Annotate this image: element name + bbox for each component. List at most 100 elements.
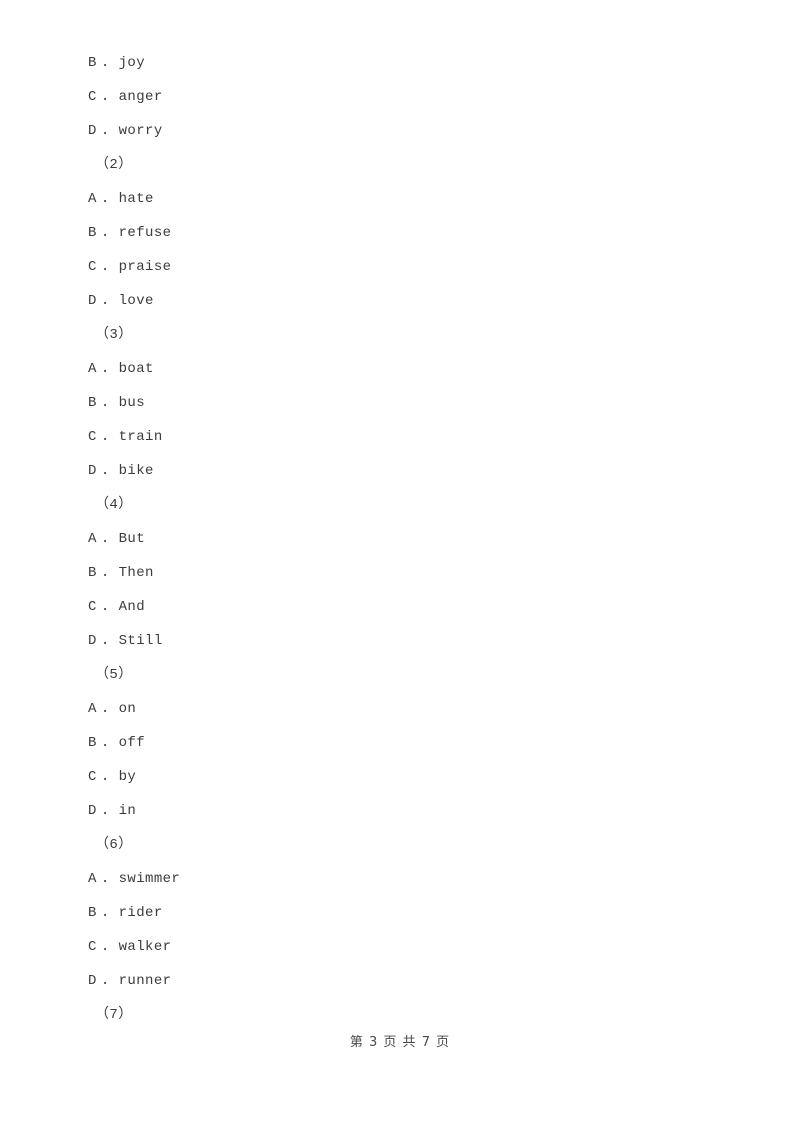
question-list: B. joy C. anger D. worry （2） A. hate B. refuse C. pr… [88, 46, 708, 1032]
option-letter: B [88, 735, 97, 751]
option-letter: C [88, 599, 97, 615]
option-text: joy [118, 55, 146, 71]
option-letter: A [88, 871, 97, 887]
option-separator: . [100, 599, 110, 615]
question-number: （6） [95, 837, 133, 853]
option-letter: A [88, 701, 97, 717]
option-text: runner [118, 973, 172, 989]
option-text: worry [118, 123, 163, 139]
option-separator: . [100, 769, 110, 785]
option-separator: . [100, 429, 110, 445]
option-text: anger [118, 89, 163, 105]
option-separator: . [100, 395, 110, 411]
option-text: Then [118, 565, 154, 581]
option-letter: C [88, 429, 97, 445]
option-letter: A [88, 191, 97, 207]
option-text: hate [118, 191, 154, 207]
answer-option[interactable]: B. Then [88, 556, 708, 590]
option-separator: . [100, 871, 110, 887]
option-letter: D [88, 633, 97, 649]
answer-option[interactable]: C. by [88, 760, 708, 794]
option-text: on [118, 701, 137, 717]
answer-option[interactable]: C. train [88, 420, 708, 454]
answer-option[interactable]: B. joy [88, 46, 708, 80]
option-text: swimmer [118, 871, 181, 887]
question-number: （5） [95, 667, 133, 683]
option-letter: D [88, 463, 97, 479]
option-text: train [118, 429, 163, 445]
option-letter: B [88, 395, 97, 411]
answer-option[interactable]: D. Still [88, 624, 708, 658]
option-letter: A [88, 531, 97, 547]
option-letter: A [88, 361, 97, 377]
option-text: off [118, 735, 146, 751]
document-page: B. joy C. anger D. worry （2） A. hate B. refuse C. pr… [0, 0, 800, 1132]
answer-option[interactable]: A. on [88, 692, 708, 726]
option-separator: . [100, 905, 110, 921]
question-number: （3） [95, 327, 133, 343]
option-letter: C [88, 769, 97, 785]
option-separator: . [100, 701, 110, 717]
option-separator: . [100, 225, 110, 241]
option-text: And [118, 599, 146, 615]
answer-option[interactable]: D. love [88, 284, 708, 318]
option-text: boat [118, 361, 154, 377]
option-separator: . [100, 939, 110, 955]
option-separator: . [100, 735, 110, 751]
answer-option[interactable]: C. anger [88, 80, 708, 114]
answer-option[interactable]: A. boat [88, 352, 708, 386]
question-number: （7） [95, 1007, 133, 1023]
option-letter: D [88, 973, 97, 989]
answer-option[interactable]: D. runner [88, 964, 708, 998]
answer-option[interactable]: D. bike [88, 454, 708, 488]
option-separator: . [100, 89, 110, 105]
option-separator: . [100, 361, 110, 377]
answer-option[interactable]: A. But [88, 522, 708, 556]
answer-option[interactable]: C. walker [88, 930, 708, 964]
option-letter: B [88, 905, 97, 921]
option-separator: . [100, 633, 110, 649]
option-text: But [118, 531, 146, 547]
answer-option[interactable]: C. praise [88, 250, 708, 284]
option-text: in [118, 803, 137, 819]
option-separator: . [100, 973, 110, 989]
option-separator: . [100, 463, 110, 479]
option-separator: . [100, 191, 110, 207]
option-separator: . [100, 531, 110, 547]
option-text: bike [118, 463, 154, 479]
answer-option[interactable]: B. off [88, 726, 708, 760]
option-separator: . [100, 293, 110, 309]
answer-option[interactable]: B. bus [88, 386, 708, 420]
option-letter: B [88, 565, 97, 581]
answer-option[interactable]: B. refuse [88, 216, 708, 250]
answer-option[interactable]: B. rider [88, 896, 708, 930]
option-separator: . [100, 55, 110, 71]
option-text: Still [118, 633, 163, 649]
option-text: by [118, 769, 137, 785]
option-text: bus [118, 395, 146, 411]
option-text: praise [118, 259, 172, 275]
answer-option[interactable]: D. in [88, 794, 708, 828]
option-letter: C [88, 939, 97, 955]
option-separator: . [100, 803, 110, 819]
option-text: refuse [118, 225, 172, 241]
option-letter: C [88, 259, 97, 275]
question-number: （4） [95, 497, 133, 513]
option-letter: B [88, 55, 97, 71]
option-separator: . [100, 259, 110, 275]
option-separator: . [100, 123, 110, 139]
answer-option[interactable]: D. worry [88, 114, 708, 148]
option-letter: D [88, 293, 97, 309]
option-text: love [118, 293, 154, 309]
option-letter: C [88, 89, 97, 105]
answer-option[interactable]: A. swimmer [88, 862, 708, 896]
option-letter: B [88, 225, 97, 241]
answer-option[interactable]: A. hate [88, 182, 708, 216]
option-text: rider [118, 905, 163, 921]
option-text: walker [118, 939, 172, 955]
option-letter: D [88, 123, 97, 139]
page-footer: 第 3 页 共 7 页 [349, 1035, 451, 1050]
question-number: （2） [95, 157, 133, 173]
option-letter: D [88, 803, 97, 819]
answer-option[interactable]: C. And [88, 590, 708, 624]
